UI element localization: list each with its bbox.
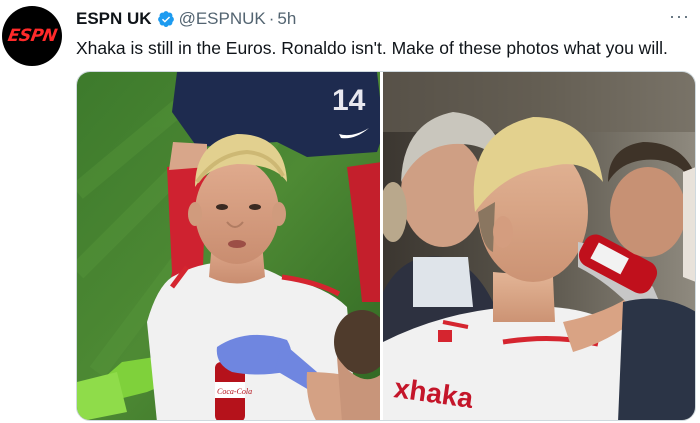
timestamp[interactable]: 5h <box>277 9 296 29</box>
tweet[interactable]: ESPN ESPN UK @ESPNUK · 5h ··· Xhaka is s… <box>0 0 700 423</box>
photo-left-image: 14 Coca-Cola <box>77 72 381 420</box>
separator-dot: · <box>268 9 275 28</box>
more-options-icon[interactable]: ··· <box>669 6 690 27</box>
tweet-text: Xhaka is still in the Euros. Ronaldo isn… <box>76 38 668 58</box>
avatar[interactable]: ESPN <box>2 6 62 66</box>
shirt-number: 14 <box>332 84 366 117</box>
bottle-brand: Coca-Cola <box>217 387 252 396</box>
photo-left[interactable]: 14 Coca-Cola <box>77 72 384 420</box>
handle[interactable]: @ESPNUK <box>179 9 266 29</box>
photo-right[interactable]: xhaka <box>383 72 695 420</box>
tweet-header: ESPN UK @ESPNUK · 5h <box>76 8 296 30</box>
display-name[interactable]: ESPN UK <box>76 9 152 29</box>
verified-badge-icon <box>157 11 174 27</box>
media-grid: 14 Coca-Cola xhaka <box>76 71 696 421</box>
photo-right-image: xhaka <box>383 72 695 420</box>
espn-logo: ESPN <box>5 26 59 46</box>
